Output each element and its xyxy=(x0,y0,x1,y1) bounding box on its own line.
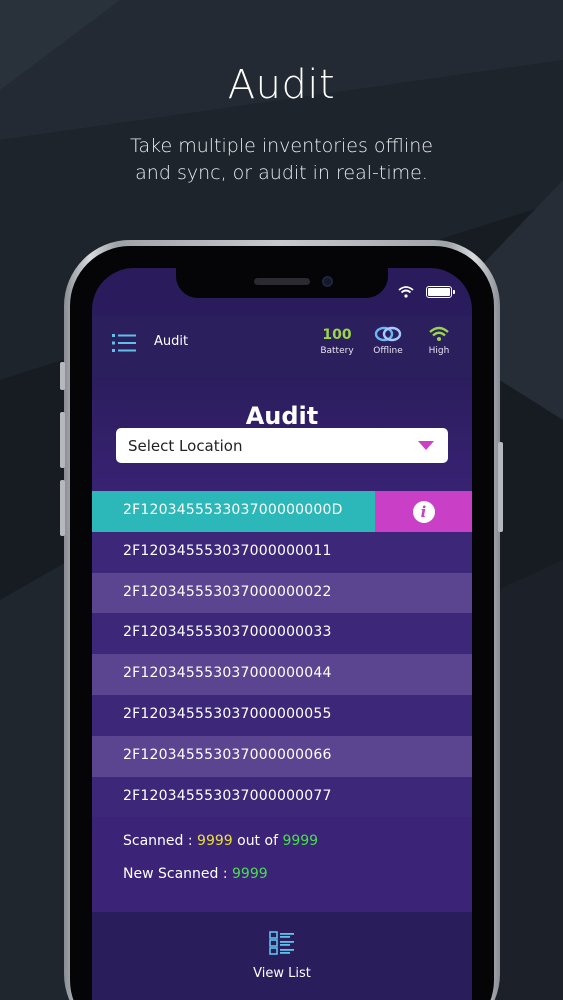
mute-switch xyxy=(60,362,65,390)
view-list-icon[interactable] xyxy=(269,931,295,955)
wifi-status-icon xyxy=(398,286,414,298)
total-count: 9999 xyxy=(282,833,319,849)
speaker-grille xyxy=(254,278,310,285)
location-select-value: Select Location xyxy=(128,437,243,455)
tag-id: 2F120345553037000000055 xyxy=(123,705,332,722)
connection-stat[interactable]: Offline xyxy=(362,326,414,356)
battery-stat: 100 Battery xyxy=(311,326,363,356)
tag-row[interactable]: 2F120345553303700000000D i xyxy=(92,491,472,532)
notch xyxy=(176,268,388,298)
wifi-signal-icon xyxy=(413,326,465,344)
hero-title: Audit xyxy=(227,62,336,108)
view-list-button[interactable]: View List xyxy=(92,966,472,981)
menu-icon[interactable] xyxy=(112,332,136,354)
new-scanned-label: New Scanned : xyxy=(123,866,233,882)
battery-label: Battery xyxy=(320,346,354,356)
hero-subtitle: Take multiple inventories offline and sy… xyxy=(130,135,433,184)
scanned-line: Scanned : 9999 out of 9999 xyxy=(123,833,318,866)
power-button xyxy=(498,442,503,532)
info-button[interactable]: i xyxy=(375,491,472,532)
volume-up-button xyxy=(60,412,65,468)
tag-list: 2F120345553303700000000D i 2F12034555303… xyxy=(92,491,472,818)
info-icon: i xyxy=(412,500,435,523)
link-icon xyxy=(362,326,414,344)
tag-id: 2F120345553037000000022 xyxy=(123,583,332,600)
connection-label: Offline xyxy=(373,346,403,356)
bottom-bar: View List xyxy=(92,912,472,1000)
tag-id: 2F120345553303700000000D xyxy=(123,502,343,518)
battery-value: 100 xyxy=(322,327,352,343)
scanned-label: Scanned : xyxy=(123,833,198,849)
tag-row[interactable]: 2F120345553037000000077 xyxy=(92,776,472,818)
tag-id: 2F120345553037000000077 xyxy=(123,787,332,804)
signal-stat: High xyxy=(413,326,465,356)
caret-down-icon xyxy=(418,441,434,450)
phone-screen: Audit 100 Battery Offline High Audit Sel… xyxy=(92,268,472,1000)
tag-row[interactable]: 2F120345553037000000022 xyxy=(92,572,472,614)
scanned-count: 9999 xyxy=(197,833,233,849)
audit-content: Audit Select Location 2F1203455533037000… xyxy=(92,378,472,1000)
out-of-label: out of xyxy=(232,833,283,849)
tag-row[interactable]: 2F120345553037000000044 xyxy=(92,654,472,695)
app-bar-title: Audit xyxy=(154,334,189,349)
signal-label: High xyxy=(428,346,450,356)
new-scanned-count: 9999 xyxy=(232,866,268,882)
front-camera xyxy=(322,276,333,287)
battery-status-icon xyxy=(426,286,455,298)
tag-id: 2F120345553037000000066 xyxy=(123,746,332,763)
volume-down-button xyxy=(60,480,65,536)
page-title: Audit xyxy=(245,402,319,430)
app-bar: Audit 100 Battery Offline High xyxy=(92,316,472,378)
location-select[interactable]: Select Location xyxy=(116,428,448,463)
tag-row[interactable]: 2F120345553037000000033 xyxy=(92,613,472,655)
tag-id: 2F120345553037000000033 xyxy=(123,624,332,641)
tag-id: 2F120345553037000000011 xyxy=(123,542,332,559)
tag-row[interactable]: 2F120345553037000000055 xyxy=(92,694,472,736)
tag-row[interactable]: 2F120345553037000000066 xyxy=(92,735,472,777)
scan-counts: Scanned : 9999 out of 9999 New Scanned :… xyxy=(123,833,318,899)
new-scanned-line: New Scanned : 9999 xyxy=(123,866,318,899)
status-bar xyxy=(398,286,455,298)
tag-id: 2F120345553037000000044 xyxy=(123,665,332,682)
tag-row[interactable]: 2F120345553037000000011 xyxy=(92,531,472,573)
